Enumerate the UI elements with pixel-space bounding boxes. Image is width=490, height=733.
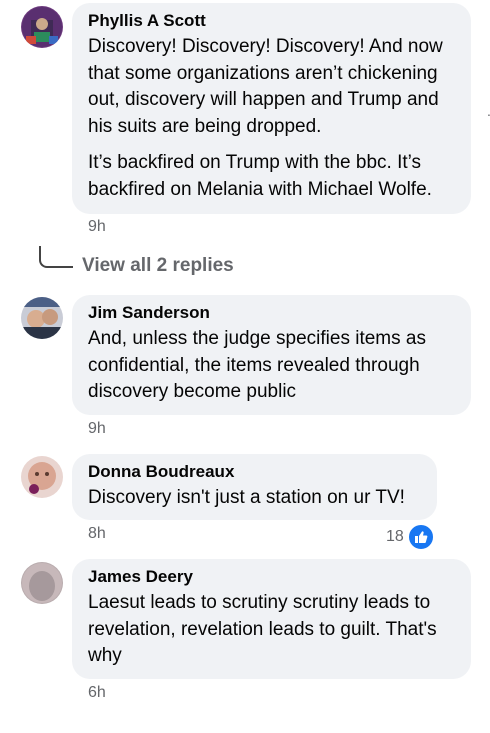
comment-bubble: Jim Sanderson And, unless the judge spec… [72, 295, 471, 415]
comment-text: It’s backfired on Trump with the bbc. It… [88, 152, 432, 200]
commenter-name[interactable]: Jim Sanderson [88, 303, 455, 323]
commenter-name[interactable]: James Deery [88, 567, 455, 587]
comment-timestamp[interactable]: 9h [88, 420, 106, 438]
avatar[interactable] [21, 6, 63, 48]
comment-bubble: Phyllis A Scott Discovery! Discovery! Di… [72, 3, 471, 214]
avatar[interactable] [21, 562, 63, 604]
comment-bubble: James Deery Laesut leads to scrutiny scr… [72, 559, 471, 679]
reaction-summary[interactable]: 18 [386, 523, 435, 551]
reaction-count: 18 [386, 528, 404, 545]
comment-timestamp[interactable]: 8h [88, 525, 106, 543]
comment-timestamp[interactable]: 6h [88, 684, 106, 702]
comment-bubble: Donna Boudreaux Discovery isn't just a s… [72, 454, 437, 520]
avatar[interactable] [21, 297, 63, 339]
comment-text: Laesut leads to scrutiny scrutiny leads … [88, 592, 437, 666]
reply-connector-icon [39, 246, 73, 268]
comment-text: And, unless the judge specifies items as… [88, 328, 426, 402]
commenter-name[interactable]: Phyllis A Scott [88, 11, 455, 31]
comment-timestamp[interactable]: 9h [88, 218, 106, 236]
commenter-name[interactable]: Donna Boudreaux [88, 462, 421, 482]
like-icon [406, 523, 435, 551]
comment-text: Discovery! Discovery! Discovery! And now… [88, 36, 443, 137]
comment-text: Discovery isn't just a station on ur TV! [88, 487, 405, 508]
view-replies-link[interactable]: View all 2 replies [82, 255, 234, 277]
avatar[interactable] [21, 456, 63, 498]
